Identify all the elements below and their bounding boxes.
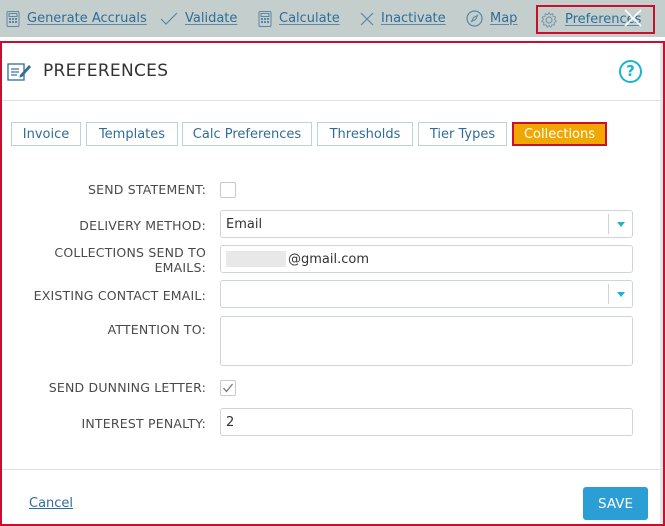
tab-calc-preferences[interactable]: Calc Preferences bbox=[182, 122, 312, 146]
close-icon[interactable] bbox=[623, 8, 643, 28]
inactivate-label: Inactivate bbox=[381, 11, 446, 26]
dialog-header: PREFERENCES ? bbox=[2, 43, 663, 101]
interest-penalty-value: 2 bbox=[226, 414, 235, 430]
send-dunning-letter-label: SEND DUNNING LETTER: bbox=[48, 380, 206, 395]
save-button[interactable]: SAVE bbox=[583, 487, 648, 520]
calculator-icon bbox=[6, 10, 20, 27]
map-label: Map bbox=[490, 11, 518, 26]
attention-to-textarea[interactable] bbox=[220, 316, 633, 366]
calculate-button[interactable]: Calculate bbox=[258, 0, 340, 37]
collections-send-label-line1: COLLECTIONS SEND TO bbox=[54, 245, 206, 260]
generate-accruals-label: Generate Accruals bbox=[27, 11, 147, 26]
calculator-icon bbox=[258, 10, 272, 27]
send-statement-label: SEND STATEMENT: bbox=[87, 182, 206, 197]
interest-penalty-label: INTEREST PENALTY: bbox=[81, 416, 206, 431]
top-toolbar: Generate Accruals Validate Calculate Ina… bbox=[0, 0, 665, 37]
checkmark-icon bbox=[223, 383, 234, 393]
tab-collections[interactable]: Collections bbox=[512, 122, 607, 146]
map-button[interactable]: Map bbox=[466, 0, 517, 37]
delivery-method-value: Email bbox=[226, 216, 263, 232]
edit-document-icon bbox=[7, 63, 31, 81]
x-icon bbox=[360, 12, 374, 25]
tab-invoice[interactable]: Invoice bbox=[11, 122, 81, 146]
scrollbar[interactable] bbox=[660, 43, 663, 523]
generate-accruals-button[interactable]: Generate Accruals bbox=[6, 0, 147, 37]
tab-templates[interactable]: Templates bbox=[86, 122, 178, 146]
cancel-link[interactable]: Cancel bbox=[29, 496, 73, 511]
delivery-method-select[interactable]: Email bbox=[220, 210, 633, 238]
preferences-dialog: PREFERENCES ? Invoice Templates Calc Pre… bbox=[0, 41, 665, 526]
attention-to-label: ATTENTION TO: bbox=[107, 322, 206, 337]
existing-contact-email-label: EXISTING CONTACT EMAIL: bbox=[33, 288, 206, 303]
tab-thresholds[interactable]: Thresholds bbox=[317, 122, 413, 146]
calculate-label: Calculate bbox=[279, 11, 340, 26]
collections-send-label-line2: EMAILS: bbox=[154, 260, 206, 275]
dialog-title: PREFERENCES bbox=[43, 61, 169, 81]
send-statement-checkbox[interactable] bbox=[220, 182, 236, 198]
dialog-footer: Cancel SAVE bbox=[2, 469, 663, 524]
gear-icon bbox=[540, 11, 558, 28]
delivery-method-label: DELIVERY METHOD: bbox=[79, 218, 206, 233]
interest-penalty-input[interactable]: 2 bbox=[220, 408, 633, 436]
collections-send-to-emails-label: COLLECTIONS SEND TO EMAILS: bbox=[54, 245, 206, 275]
collections-send-to-emails-input[interactable]: @gmail.com bbox=[220, 245, 633, 273]
chevron-down-icon[interactable] bbox=[608, 214, 632, 234]
existing-contact-email-select[interactable] bbox=[220, 280, 633, 308]
help-icon[interactable]: ? bbox=[619, 60, 642, 83]
collections-send-to-emails-value: @gmail.com bbox=[288, 251, 370, 267]
chevron-down-icon[interactable] bbox=[608, 284, 632, 304]
inactivate-button[interactable]: Inactivate bbox=[360, 0, 446, 37]
checkmark-icon bbox=[160, 12, 178, 25]
validate-button[interactable]: Validate bbox=[160, 0, 237, 37]
redacted-email-prefix bbox=[226, 251, 286, 267]
tab-tier-types[interactable]: Tier Types bbox=[418, 122, 507, 146]
validate-label: Validate bbox=[185, 11, 238, 26]
send-dunning-letter-checkbox[interactable] bbox=[220, 380, 236, 396]
compass-icon bbox=[466, 10, 483, 27]
